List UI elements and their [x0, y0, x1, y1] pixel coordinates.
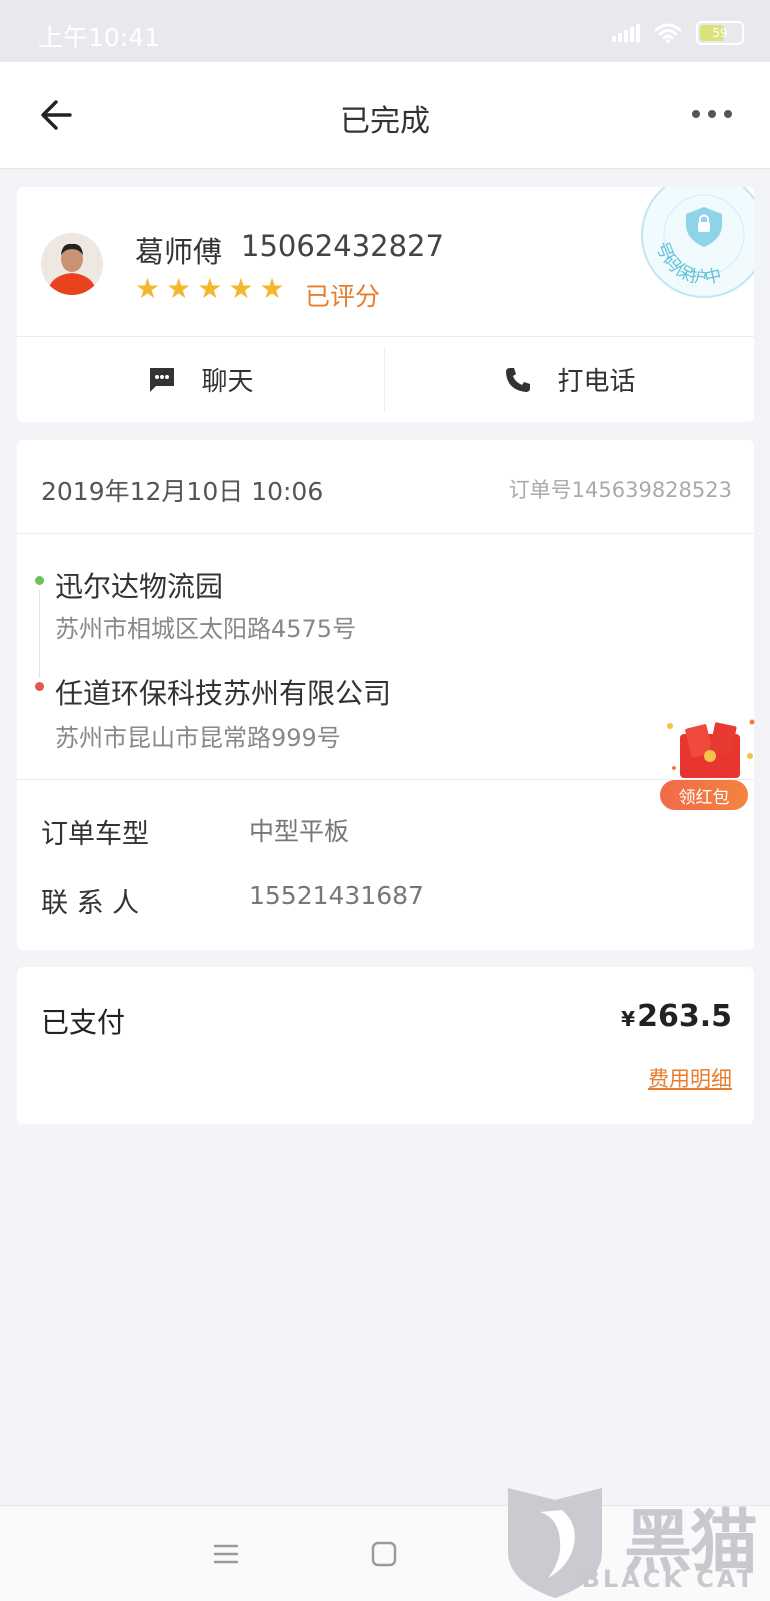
battery-level: 59 [712, 26, 728, 40]
status-icons: 59 [612, 20, 744, 46]
watermark-en: BLACK CAT [581, 1565, 756, 1593]
menu-icon[interactable] [206, 1534, 246, 1574]
chat-icon [150, 367, 175, 392]
redpack-button[interactable]: 领红包 [660, 780, 748, 810]
phone-icon [506, 367, 531, 392]
paid-amount: ¥263.5 [621, 999, 732, 1034]
driver-phone: 15062432827 [241, 229, 444, 263]
home-icon[interactable] [364, 1534, 404, 1574]
chat-label: 聊天 [201, 367, 254, 397]
order-card: 2019年12月10日 10:06 订单号145639828523 迅尔达物流园… [17, 440, 755, 950]
wifi-icon [654, 23, 682, 43]
order-number: 订单号145639828523 [508, 478, 732, 502]
status-bar: 上午10:41 59 [0, 0, 770, 62]
fee-detail-link[interactable]: 费用明细 [648, 1063, 732, 1093]
driver-name: 葛师傅 [135, 235, 223, 269]
order-datetime: 2019年12月10日 10:06 [41, 477, 324, 506]
driver-avatar [41, 233, 103, 295]
star-icon: ★ [259, 272, 285, 305]
dropoff-name: 任道环保科技苏州有限公司 [55, 677, 392, 710]
pickup-name: 迅尔达物流园 [55, 570, 224, 603]
page-title: 已完成 [340, 104, 430, 139]
star-icon: ★ [197, 272, 223, 305]
start-dot-icon [35, 576, 44, 585]
star-icon: ★ [135, 272, 161, 305]
contact-value: 15521431687 [249, 881, 424, 910]
star-icon: ★ [228, 272, 254, 305]
more-options-icon[interactable] [690, 102, 734, 126]
rated-label: 已评分 [305, 282, 381, 311]
payment-card: 已支付 ¥263.5 费用明细 [17, 967, 754, 1124]
contact-label: 联 系 人 [41, 888, 140, 919]
currency-symbol: ¥ [621, 1007, 636, 1031]
star-icon: ★ [166, 272, 192, 305]
call-label: 打电话 [557, 367, 636, 397]
dropoff-address: 苏州市昆山市昆常路999号 [55, 724, 341, 752]
end-dot-icon [35, 682, 44, 691]
rating-stars: ★ ★ ★ ★ ★ [135, 275, 285, 303]
paid-label: 已支付 [41, 1006, 126, 1039]
pickup-address: 苏州市相城区太阳路4575号 [55, 615, 357, 643]
amount-value: 263.5 [637, 999, 732, 1034]
status-time: 上午10:41 [38, 23, 161, 52]
vehicle-type-value: 中型平板 [249, 817, 350, 846]
divider [17, 779, 754, 780]
call-button[interactable]: 打电话 [385, 337, 754, 422]
route-line [39, 590, 40, 678]
vehicle-type-label: 订单车型 [41, 819, 149, 850]
divider [17, 533, 754, 534]
nav-bar: 已完成 [0, 62, 770, 169]
driver-card: 葛师傅 15062432827 ★ ★ ★ ★ ★ 已评分 号码保护中 聊天 打… [17, 187, 754, 422]
number-protection-stamp: 号码保护中 [641, 187, 754, 298]
signal-icon [612, 24, 640, 42]
chat-button[interactable]: 聊天 [17, 337, 384, 422]
battery-icon: 59 [696, 21, 744, 45]
